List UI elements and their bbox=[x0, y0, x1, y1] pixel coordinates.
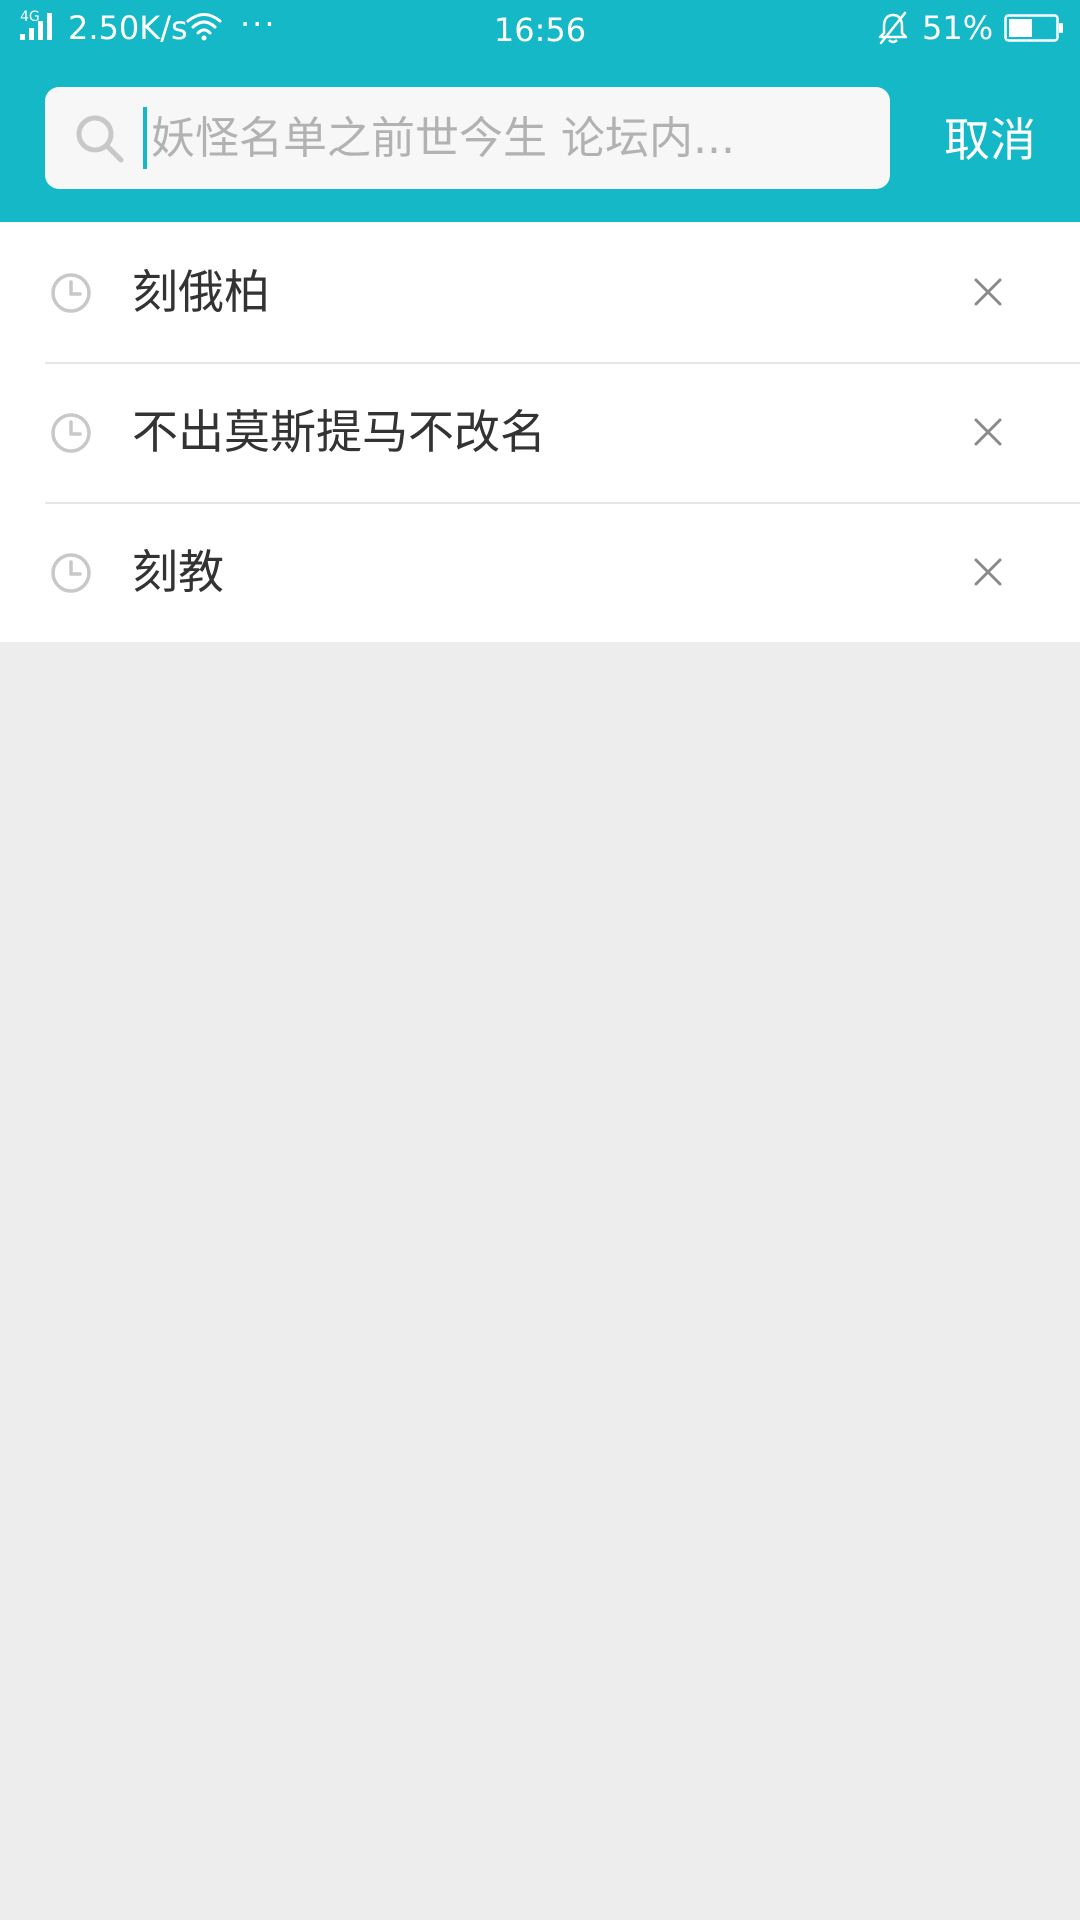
delete-history-button[interactable] bbox=[952, 262, 1024, 322]
history-item[interactable]: 刻教 bbox=[0, 502, 1080, 642]
close-icon bbox=[974, 418, 1002, 446]
history-item[interactable]: 刻俄柏 bbox=[0, 222, 1080, 362]
history-item-label: 不出莫斯提马不改名 bbox=[132, 405, 546, 459]
history-item-label: 刻俄柏 bbox=[132, 265, 270, 319]
history-item[interactable]: 不出莫斯提马不改名 bbox=[0, 362, 1080, 502]
delete-history-button[interactable] bbox=[952, 402, 1024, 462]
history-item-label: 刻教 bbox=[132, 545, 224, 599]
clock-icon bbox=[51, 413, 91, 453]
battery-percent: 51% bbox=[922, 9, 994, 47]
search-input[interactable] bbox=[145, 87, 865, 189]
bell-muted-icon bbox=[878, 11, 908, 45]
battery-icon bbox=[1004, 14, 1063, 42]
search-history-list: 刻俄柏 不出莫斯提马不改名 刻教 bbox=[0, 222, 1080, 642]
search-box[interactable] bbox=[45, 87, 890, 189]
top-bar: 4G 2.50K/s ··· 16:56 51% 取消 bbox=[0, 0, 1080, 222]
clock-icon bbox=[51, 553, 91, 593]
clock-icon bbox=[51, 273, 91, 313]
delete-history-button[interactable] bbox=[952, 542, 1024, 602]
close-icon bbox=[974, 278, 1002, 306]
cancel-button[interactable]: 取消 bbox=[920, 100, 1060, 180]
search-icon bbox=[76, 115, 124, 163]
status-time: 16:56 bbox=[493, 11, 587, 49]
status-bar: 4G 2.50K/s ··· 16:56 51% bbox=[0, 0, 1080, 58]
close-icon bbox=[974, 558, 1002, 586]
